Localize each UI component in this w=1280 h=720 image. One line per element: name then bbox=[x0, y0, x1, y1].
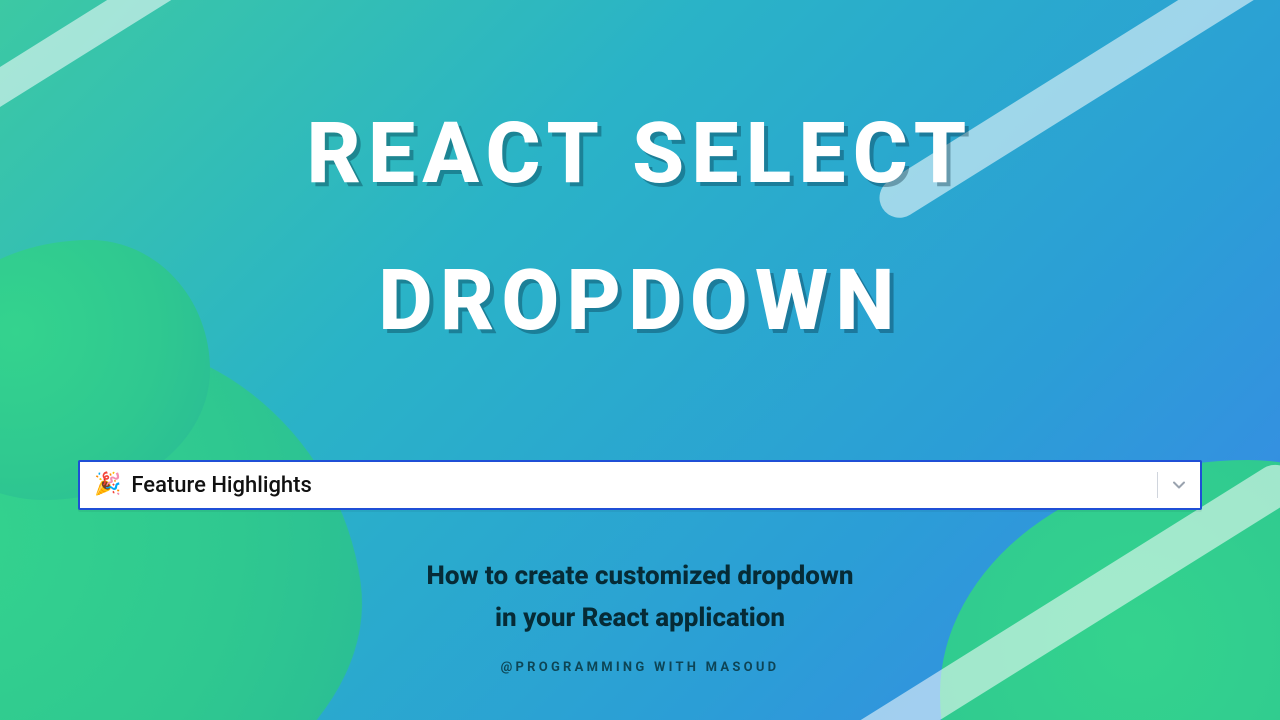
party-popper-icon: 🎉 bbox=[94, 474, 121, 496]
main-title: REACT SELECT DROPDOWN bbox=[90, 0, 1190, 348]
credit-handle: @PROGRAMMING WITH MASOUD bbox=[501, 660, 780, 675]
title-line-1: REACT SELECT bbox=[90, 108, 1190, 200]
select-dropdown[interactable]: 🎉 Feature Highlights bbox=[78, 460, 1202, 510]
subtitle-line-2: in your React application bbox=[427, 598, 854, 640]
subtitle: How to create customized dropdown in you… bbox=[427, 556, 854, 639]
chevron-down-icon[interactable] bbox=[1168, 474, 1190, 496]
title-line-2: DROPDOWN bbox=[90, 255, 1190, 347]
select-value: Feature Highlights bbox=[131, 473, 311, 498]
select-separator bbox=[1157, 472, 1158, 498]
subtitle-line-1: How to create customized dropdown bbox=[427, 556, 854, 598]
thumbnail-stage: REACT SELECT DROPDOWN 🎉 Feature Highligh… bbox=[0, 0, 1280, 720]
